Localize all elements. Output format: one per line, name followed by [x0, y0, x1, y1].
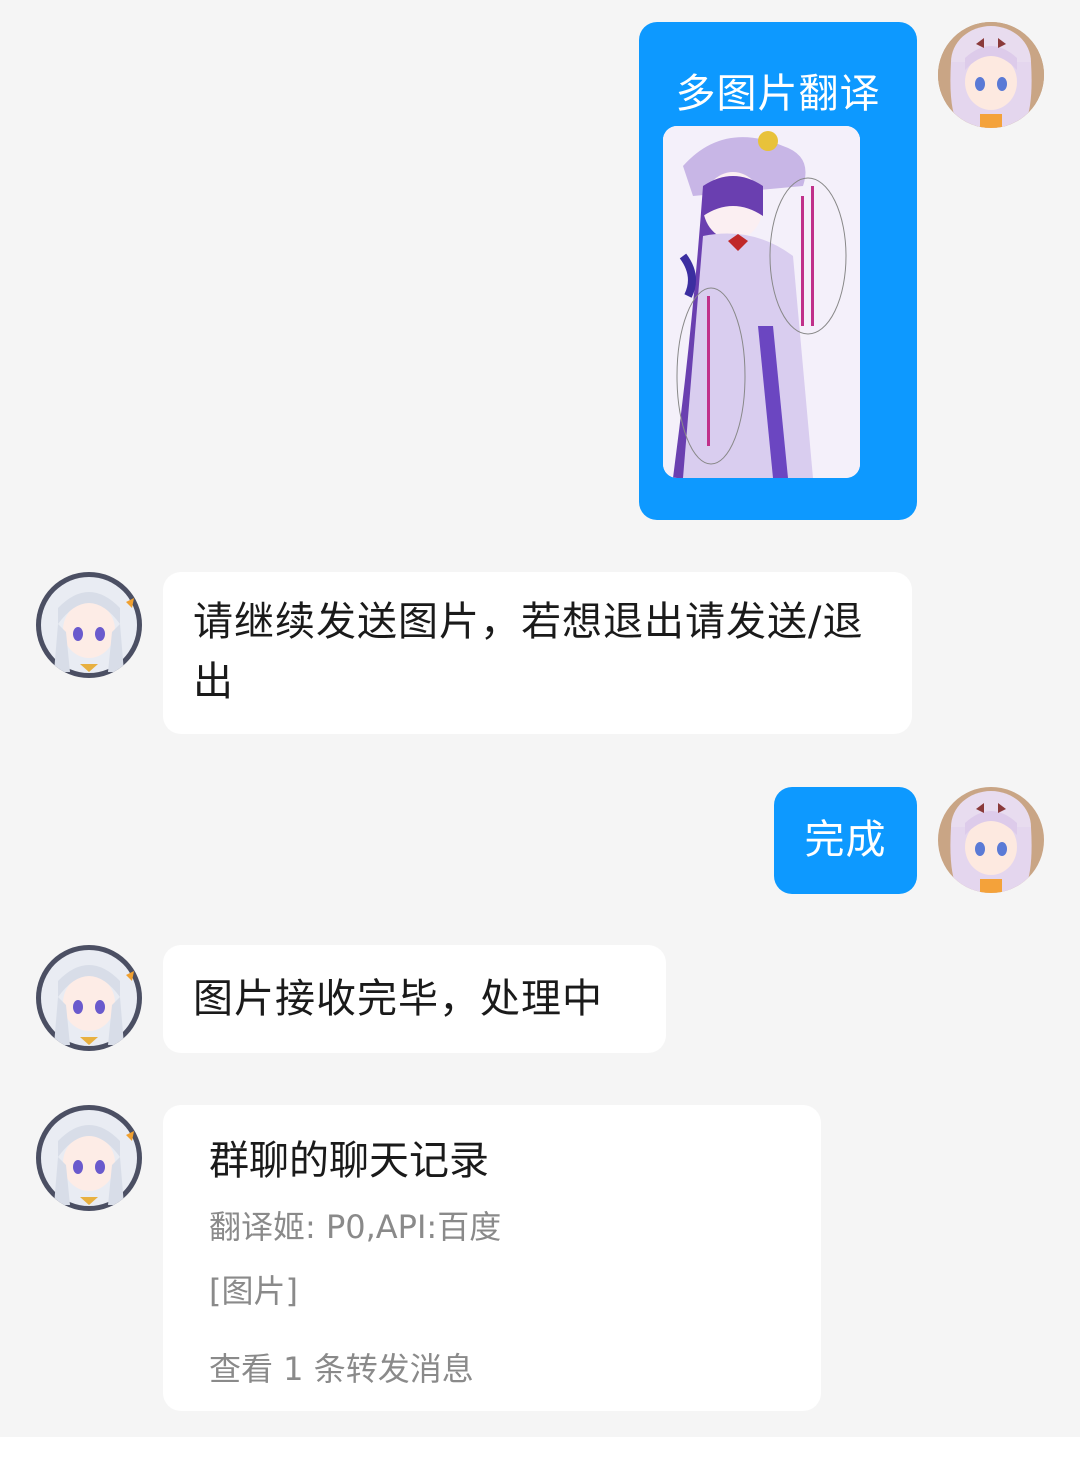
bot-avatar[interactable] [36, 945, 142, 1051]
anime-image-thumbnail [663, 126, 860, 478]
anime-girl-silver-hair-avatar-icon [36, 945, 142, 1051]
self-avatar[interactable] [938, 787, 1044, 893]
anime-girl-avatar-icon [938, 22, 1044, 128]
anime-girl-silver-hair-avatar-icon [36, 572, 142, 678]
bot-avatar[interactable] [36, 1105, 142, 1211]
self-avatar[interactable] [938, 22, 1044, 128]
message-bubble-bot[interactable]: 请继续发送图片，若想退出请发送/退出 [163, 572, 912, 734]
message-image[interactable] [663, 126, 860, 478]
forwarded-card-title: 群聊的聊天记录 [209, 1138, 489, 1184]
anime-girl-silver-hair-avatar-icon [36, 1105, 142, 1211]
chat-area[interactable]: 多图片翻译 请继续发送图片，若想退出请发送/退出 完成 图片接收完毕，处理中 群… [0, 0, 1080, 1437]
anime-girl-avatar-icon [938, 787, 1044, 893]
forwarded-card-footer[interactable]: 查看 1 条转发消息 [209, 1347, 474, 1391]
message-bubble-self[interactable]: 完成 [774, 787, 917, 894]
forwarded-preview-line: 翻译姬: P0,API:百度 [209, 1208, 502, 1246]
forwarded-preview-line: [图片] [209, 1272, 298, 1310]
message-text: 完成 [804, 817, 887, 863]
message-text: 图片接收完毕，处理中 [193, 976, 603, 1022]
message-bubble-self[interactable]: 多图片翻译 [639, 22, 917, 520]
message-text: 多图片翻译 [675, 71, 881, 117]
message-text: 请继续发送图片，若想退出请发送/退出 [193, 599, 864, 705]
bot-avatar[interactable] [36, 572, 142, 678]
message-bubble-bot[interactable]: 图片接收完毕，处理中 [163, 945, 666, 1053]
forwarded-message-card[interactable]: 群聊的聊天记录 翻译姬: P0,API:百度 [图片] 查看 1 条转发消息 [163, 1105, 821, 1411]
